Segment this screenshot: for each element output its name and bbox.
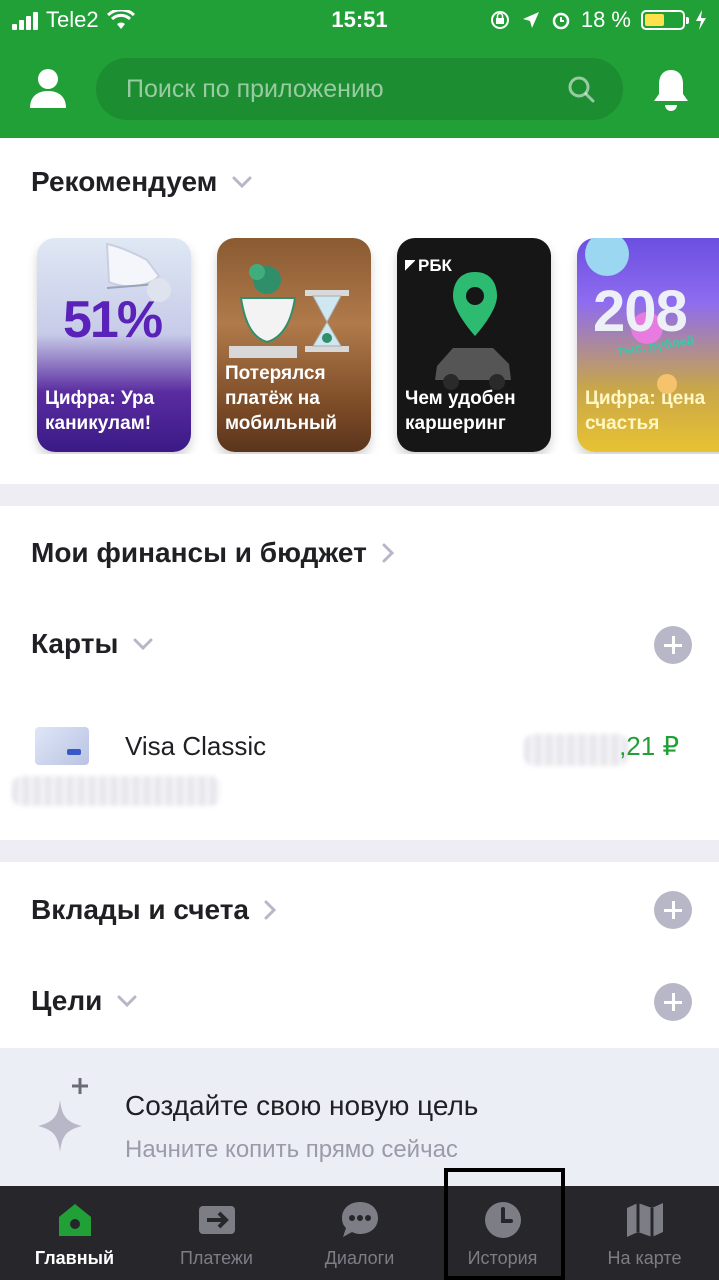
story-badge: 51% xyxy=(63,291,163,349)
stories-carousel[interactable]: 51% Цифра: Ура каникулам! Потерялся плат… xyxy=(0,238,719,454)
story-card[interactable]: 51% Цифра: Ура каникулам! xyxy=(37,238,191,452)
story-caption: Цифра: цена счастья xyxy=(585,388,706,434)
sparkle-icon xyxy=(38,1078,88,1152)
deposits-title: Вклады и счета xyxy=(31,894,249,925)
search-bar[interactable] xyxy=(96,58,623,120)
profile-icon xyxy=(30,69,66,108)
section-divider xyxy=(0,484,719,506)
recommend-title: Рекомендуем xyxy=(31,166,218,197)
bell-icon[interactable] xyxy=(652,68,690,112)
card-icon xyxy=(35,727,89,765)
tab-map[interactable]: На карте xyxy=(573,1186,716,1280)
search-icon[interactable] xyxy=(567,75,595,103)
chevron-right-icon xyxy=(382,543,394,563)
card-name: Visa Classic xyxy=(125,731,267,761)
section-divider xyxy=(0,840,719,862)
chat-icon xyxy=(341,1202,378,1237)
add-deposit-button[interactable] xyxy=(654,891,692,929)
finance-title: Мои финансы и бюджет xyxy=(31,537,367,568)
status-bar: Tele2 15:51 18 % xyxy=(0,0,719,40)
search-input[interactable] xyxy=(126,58,546,120)
tab-dialogs[interactable]: Диалоги xyxy=(288,1186,431,1280)
payments-icon xyxy=(198,1206,235,1234)
create-goal-banner[interactable]: Создайте свою новую цель Начните копить … xyxy=(0,1048,719,1186)
tab-label: На карте xyxy=(607,1248,682,1268)
battery-level xyxy=(645,14,664,26)
add-card-button[interactable] xyxy=(654,626,692,664)
map-icon xyxy=(626,1203,663,1237)
charging-icon xyxy=(696,10,706,30)
chevron-down-icon xyxy=(133,638,153,651)
tab-main[interactable]: Главный xyxy=(3,1186,146,1280)
chevron-down-icon xyxy=(117,995,137,1008)
highlight-box xyxy=(444,1168,565,1280)
battery-percent: 18 % xyxy=(580,7,631,32)
tab-label: Платежи xyxy=(179,1248,253,1268)
deposits-link[interactable]: Вклады и счета xyxy=(31,894,277,926)
chevron-down-icon xyxy=(232,176,252,189)
goals-title: Цели xyxy=(31,985,103,1016)
tab-label: Главный xyxy=(34,1248,115,1268)
story-card[interactable]: РБК Чем удобен каршеринг xyxy=(397,238,551,452)
profile-button[interactable] xyxy=(28,68,68,110)
cards-section-header[interactable]: Карты xyxy=(31,628,154,660)
tab-bar: Главный Платежи Диалоги История На карте xyxy=(0,1186,719,1280)
story-card[interactable]: 208 тыс. рублей Цифра: цена счастья xyxy=(577,238,719,452)
blurred-amount xyxy=(524,734,628,766)
home-icon xyxy=(58,1204,91,1236)
location-icon xyxy=(522,12,539,28)
create-goal-subtitle: Начните копить прямо сейчас xyxy=(125,1136,458,1163)
recommend-section-header[interactable]: Рекомендуем xyxy=(31,166,253,198)
create-goal-title: Создайте свою новую цель xyxy=(125,1090,479,1121)
story-caption: Чем удобен каршеринг xyxy=(405,388,516,434)
cards-title: Карты xyxy=(31,628,119,659)
blurred-card-number xyxy=(12,776,220,806)
app-header: Tele2 15:51 18 % xyxy=(0,0,719,138)
add-goal-button[interactable] xyxy=(654,983,692,1021)
alarm-icon xyxy=(552,12,570,30)
battery-icon xyxy=(641,10,689,30)
finance-link[interactable]: Мои финансы и бюджет xyxy=(31,537,395,569)
orientation-lock-icon xyxy=(490,11,509,29)
tab-payments[interactable]: Платежи xyxy=(145,1186,288,1280)
story-caption: Потерялся платёж на мобильный xyxy=(225,363,337,434)
tab-label: Диалоги xyxy=(324,1248,395,1268)
story-card[interactable]: Потерялся платёж на мобильный xyxy=(217,238,371,452)
chevron-right-icon xyxy=(264,900,277,920)
card-amount: ,21 ₽ xyxy=(619,731,679,761)
story-caption: Цифра: Ура каникулам! xyxy=(45,388,155,434)
goals-section-header[interactable]: Цели xyxy=(31,985,138,1017)
